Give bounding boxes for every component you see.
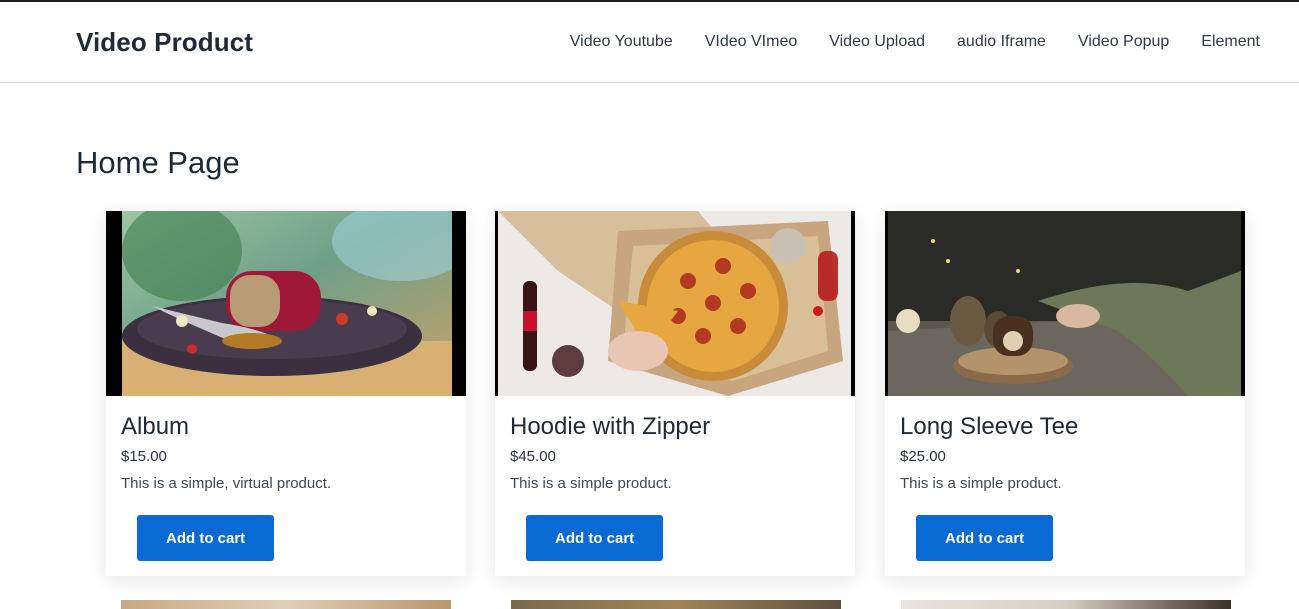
nav-item-video-youtube[interactable]: Video Youtube	[570, 33, 673, 51]
add-to-cart-button[interactable]: Add to cart	[526, 515, 664, 561]
product-card: Hoodie with Zipper $45.00 This is a simp…	[495, 211, 855, 576]
product-info: Hoodie with Zipper $45.00 This is a simp…	[495, 396, 855, 492]
product-card-partial	[901, 600, 1231, 609]
product-price: $25.00	[900, 447, 946, 465]
product-price: $15.00	[121, 447, 167, 465]
nav-item-video-popup[interactable]: Video Popup	[1078, 33, 1169, 51]
add-to-cart-button[interactable]: Add to cart	[137, 515, 275, 561]
product-description: This is a simple, virtual product.	[121, 474, 332, 492]
product-info: Album $15.00 This is a simple, virtual p…	[106, 396, 466, 492]
nav-item-element[interactable]: Element	[1201, 33, 1260, 51]
product-card: Album $15.00 This is a simple, virtual p…	[106, 211, 466, 576]
product-image	[122, 211, 452, 396]
product-image	[498, 211, 851, 396]
nav-item-video-vimeo[interactable]: VIdeo VImeo	[705, 33, 798, 51]
product-description: This is a simple product.	[900, 474, 1062, 492]
product-title[interactable]: Long Sleeve Tee	[900, 413, 1230, 442]
product-description: This is a simple product.	[510, 474, 672, 492]
product-image	[888, 211, 1241, 396]
product-price: $45.00	[510, 447, 556, 465]
main-nav: Video Youtube VIdeo VImeo Video Upload a…	[538, 33, 1260, 51]
product-card: Long Sleeve Tee $25.00 This is a simple …	[885, 211, 1245, 576]
product-video[interactable]	[885, 211, 1245, 396]
product-title[interactable]: Album	[121, 413, 451, 442]
product-info: Long Sleeve Tee $25.00 This is a simple …	[885, 396, 1245, 492]
site-header: Video Product Video Youtube VIdeo VImeo …	[0, 2, 1299, 83]
product-title[interactable]: Hoodie with Zipper	[510, 413, 840, 442]
product-card-partial	[511, 600, 841, 609]
nav-item-video-upload[interactable]: Video Upload	[829, 33, 925, 51]
product-video[interactable]	[495, 211, 855, 396]
product-card-partial	[121, 600, 451, 609]
nav-item-audio-iframe[interactable]: audio Iframe	[957, 33, 1046, 51]
add-to-cart-button[interactable]: Add to cart	[916, 515, 1054, 561]
site-title[interactable]: Video Product	[76, 27, 253, 58]
page-title: Home Page	[76, 145, 240, 180]
product-video[interactable]	[106, 211, 466, 396]
product-grid: Album $15.00 This is a simple, virtual p…	[106, 211, 1246, 609]
